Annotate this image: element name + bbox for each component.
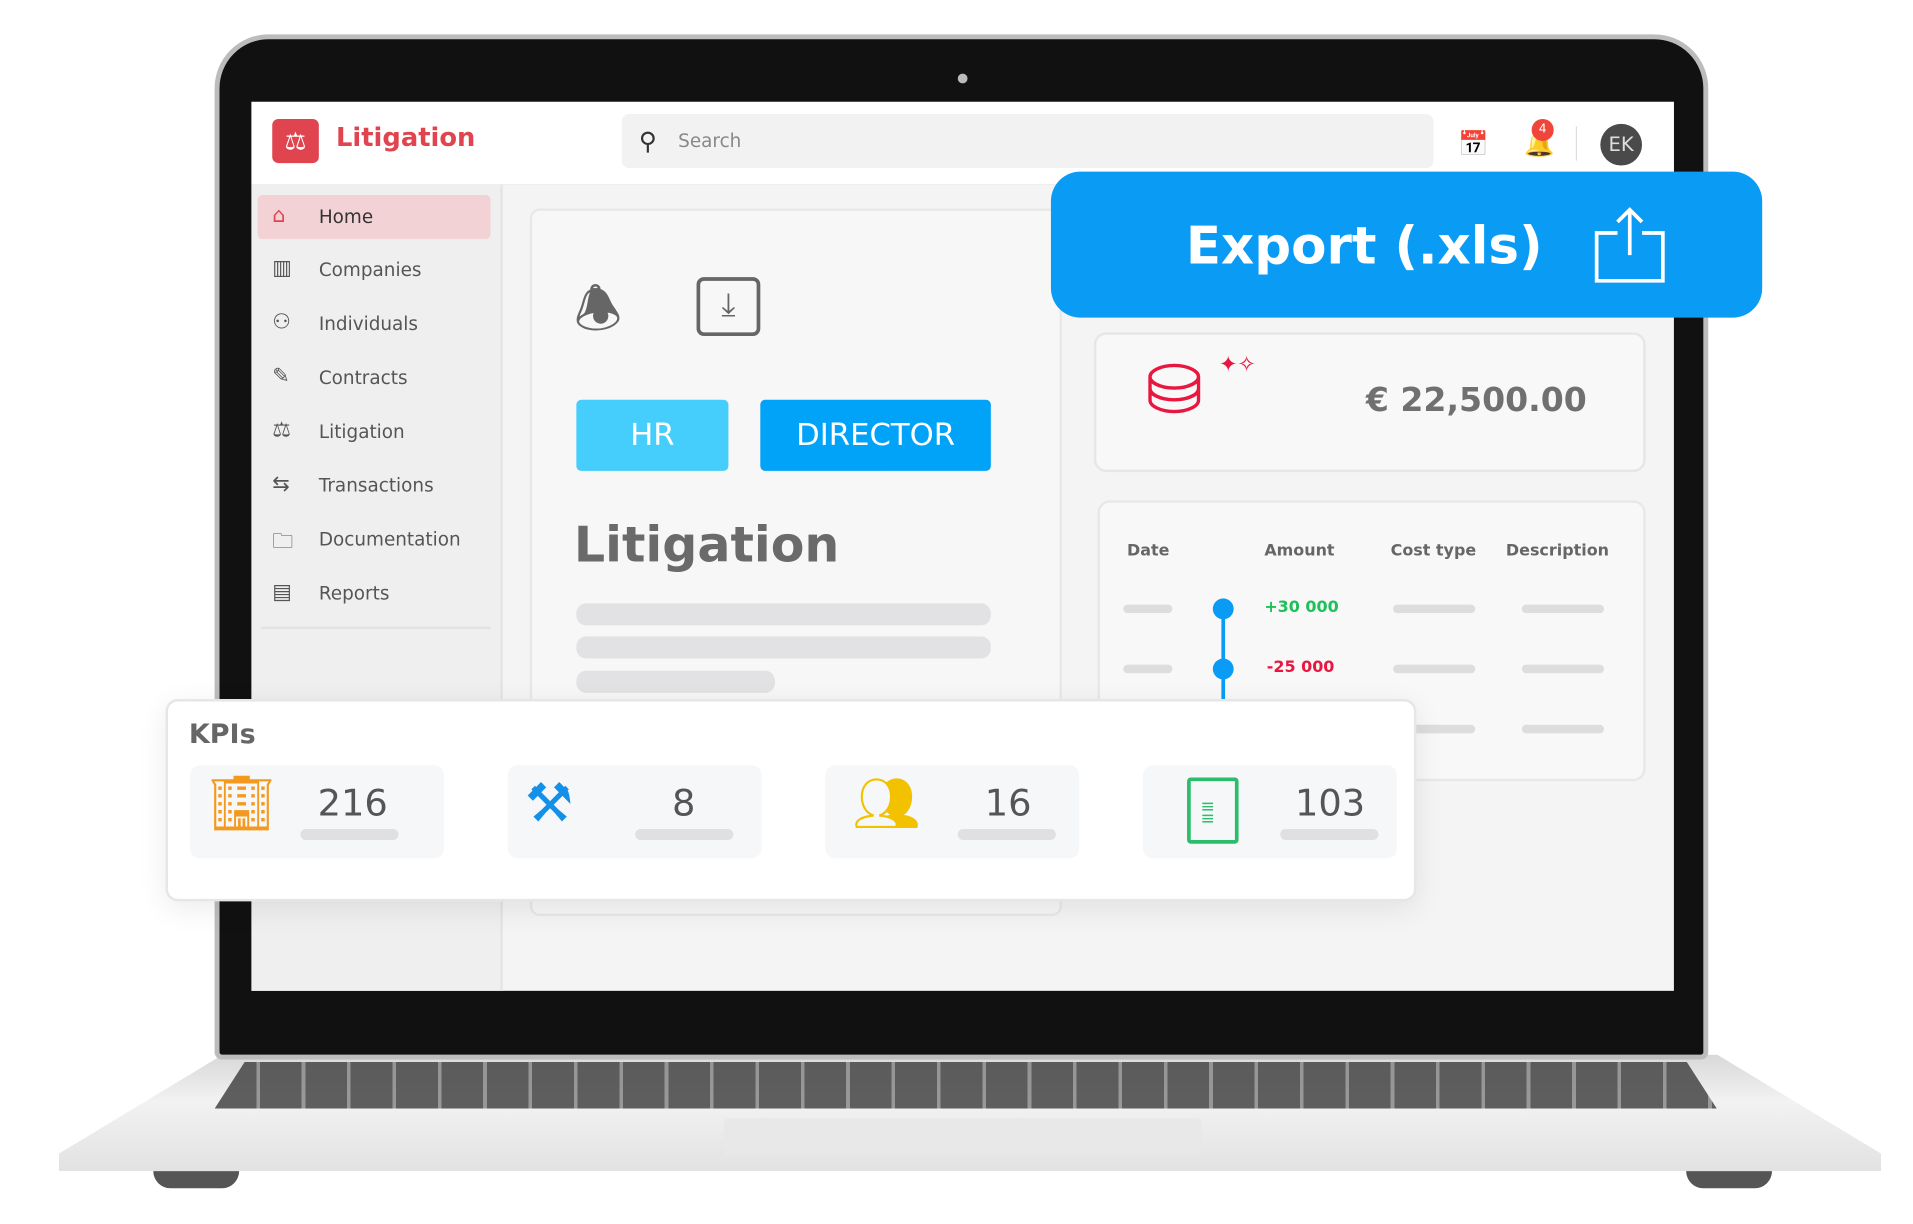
placeholder-line xyxy=(576,670,776,693)
keyboard xyxy=(214,1061,1717,1109)
calendar-icon[interactable]: 📅 xyxy=(1458,129,1489,158)
sidebar-item-label: Home xyxy=(318,206,374,229)
home-icon: ⌂ xyxy=(272,203,286,229)
app-logo-icon: ⚖ xyxy=(272,118,319,164)
sidebar-item-label: Contracts xyxy=(318,366,408,389)
download-icon[interactable]: ⤓ xyxy=(696,277,761,337)
column-header: Cost type xyxy=(1390,542,1477,561)
gavel-icon: ⚒︎ xyxy=(524,772,574,836)
placeholder-cell xyxy=(1123,604,1173,614)
kpis-panel: KPIs 🏢︎ 216 ⚒︎ 8 👥︎ 16 ≡ ≡ 103 xyxy=(165,698,1417,902)
kpi-contracts[interactable]: ≡ ≡ 103 xyxy=(1142,765,1397,859)
kpi-companies[interactable]: 🏢︎ 216 xyxy=(190,765,444,859)
building-icon: 🏢︎ xyxy=(207,772,276,836)
role-director-button[interactable]: DIRECTOR xyxy=(760,399,991,471)
avatar[interactable]: EK xyxy=(1600,123,1643,166)
placeholder-line xyxy=(957,828,1056,841)
users-icon: ⚇ xyxy=(272,310,291,335)
kpi-value: 16 xyxy=(984,782,1032,826)
amount-cell: +30 000 xyxy=(1264,598,1339,617)
search-placeholder: Search xyxy=(678,129,742,153)
sidebar-item-label: Reports xyxy=(318,582,390,605)
sidebar-item-label: Transactions xyxy=(318,474,434,497)
kpi-value: 103 xyxy=(1294,782,1366,826)
balance-card: ⛁ ✦✧ € 22,500.00 xyxy=(1093,332,1646,473)
placeholder-line xyxy=(576,603,991,626)
page-title: Litigation xyxy=(573,517,840,574)
role-hr-button[interactable]: HR xyxy=(576,399,729,471)
column-header: Date xyxy=(1126,542,1170,561)
sidebar-item-reports[interactable]: ▤ Reports xyxy=(258,571,491,615)
sidebar-item-transactions[interactable]: ⇆ Transactions xyxy=(258,464,491,508)
folder-icon: 🗀 xyxy=(272,529,294,555)
amount-cell: -25 000 xyxy=(1266,658,1335,677)
sidebar-item-litigation[interactable]: ⚖ Litigation xyxy=(258,410,491,454)
report-icon: ▤ xyxy=(272,580,292,605)
coins-icon: ⛁ xyxy=(1145,350,1203,431)
placeholder-cell xyxy=(1521,724,1605,734)
app-title: Litigation xyxy=(336,122,476,153)
placeholder-cell xyxy=(1521,604,1605,614)
sidebar-item-label: Individuals xyxy=(318,312,419,335)
sidebar-item-individuals[interactable]: ⚇ Individuals xyxy=(258,302,491,346)
sidebar-item-home[interactable]: ⌂ Home xyxy=(257,194,491,240)
divider xyxy=(261,626,491,630)
users-icon: 👥︎ xyxy=(852,772,921,836)
contract-icon: ✎ xyxy=(272,364,290,389)
sidebar-item-label: Documentation xyxy=(318,528,461,551)
transfer-icon: ⇆ xyxy=(272,472,290,497)
kpi-litigation[interactable]: ⚒︎ 8 xyxy=(507,765,762,859)
placeholder-cell xyxy=(1393,604,1476,614)
column-header: Description xyxy=(1505,542,1610,561)
placeholder-cell xyxy=(1521,664,1605,674)
placeholder-line xyxy=(1280,828,1379,841)
kpi-value: 8 xyxy=(672,782,696,826)
placeholder-line xyxy=(576,636,991,659)
alarm-bell-icon[interactable]: 🕭 xyxy=(574,270,622,362)
laptop-foot xyxy=(1686,1171,1773,1189)
kpi-individuals[interactable]: 👥︎ 16 xyxy=(825,765,1080,859)
placeholder-cell xyxy=(1123,664,1173,674)
export-label: Export (.xls) xyxy=(1185,215,1543,276)
share-upload-icon xyxy=(1594,207,1665,283)
timeline-dot xyxy=(1212,598,1234,620)
kpis-title: KPIs xyxy=(188,719,256,751)
sidebar-item-contracts[interactable]: ✎ Contracts xyxy=(258,356,491,400)
balance-amount: € 22,500.00 xyxy=(1365,381,1587,420)
sidebar-item-documentation[interactable]: 🗀 Documentation xyxy=(258,517,491,561)
export-xls-button[interactable]: Export (.xls) xyxy=(1050,171,1763,318)
search-icon: ⚲ xyxy=(638,126,657,156)
timeline-dot xyxy=(1212,658,1234,680)
laptop-foot xyxy=(153,1171,240,1189)
notification-badge: 4 xyxy=(1531,118,1554,142)
gavel-icon: ⚖ xyxy=(272,418,291,443)
sidebar-item-label: Companies xyxy=(318,258,422,281)
placeholder-line xyxy=(635,828,734,841)
placeholder-line xyxy=(300,828,399,841)
webcam xyxy=(957,73,968,84)
trackpad xyxy=(723,1118,1202,1156)
search-input[interactable]: ⚲ Search xyxy=(621,114,1434,169)
sparkle-icon: ✦✧ xyxy=(1218,351,1256,378)
kpi-value: 216 xyxy=(317,782,388,826)
sidebar-item-label: Litigation xyxy=(318,420,405,443)
building-icon: ▥ xyxy=(272,256,292,281)
placeholder-cell xyxy=(1393,664,1476,674)
column-header: Amount xyxy=(1264,542,1335,561)
document-icon: ≡ ≡ xyxy=(1187,777,1239,844)
sidebar-item-companies[interactable]: ▥ Companies xyxy=(258,248,491,292)
divider xyxy=(1575,126,1578,161)
